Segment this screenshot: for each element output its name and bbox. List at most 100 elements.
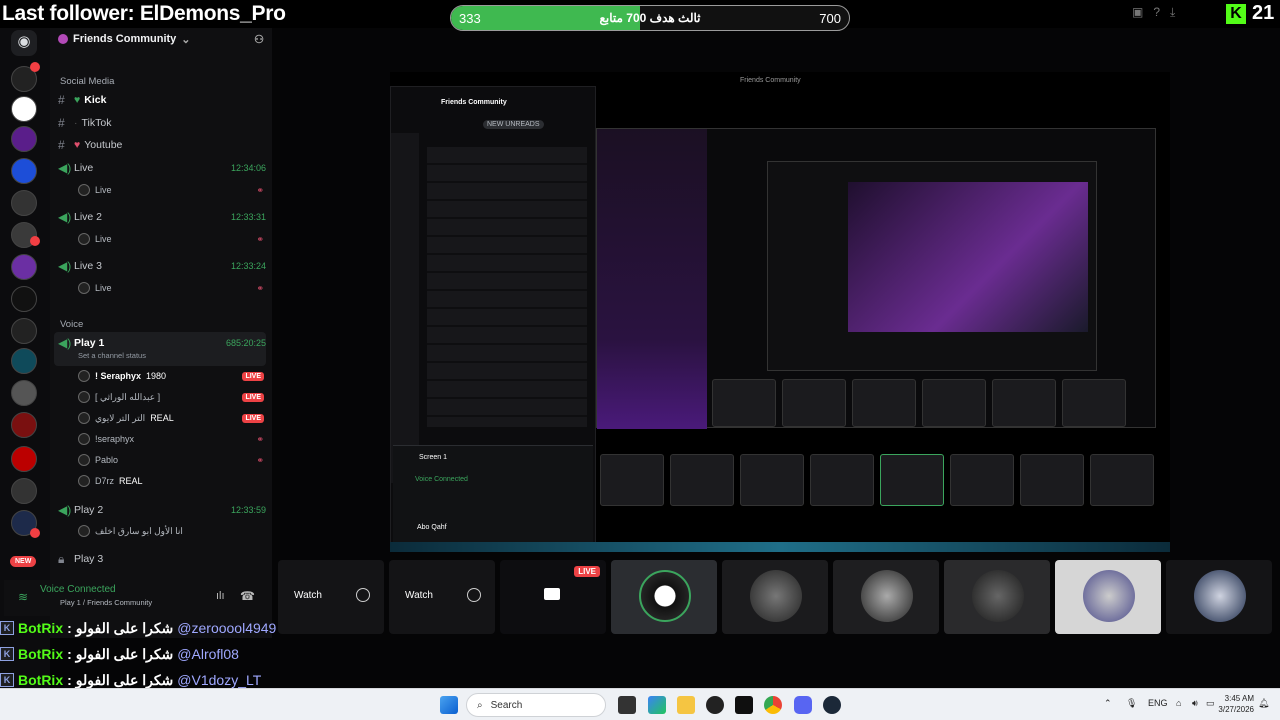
discord-home-icon[interactable]: ◉: [11, 30, 37, 56]
category-voice[interactable]: Voice: [60, 319, 83, 330]
member-tag: 1980: [146, 371, 167, 381]
channel-timer: 12:33:59: [230, 505, 266, 515]
member-name: [ عبدالله الوراثي ]: [95, 391, 161, 402]
nested-screen-label: Screen 1: [419, 454, 448, 461]
voice-member[interactable]: Pablo ⚭: [78, 451, 264, 469]
channel-play-2[interactable]: ◀) Play 2 12:33:59: [58, 500, 266, 520]
user-tile[interactable]: [1055, 560, 1161, 634]
live-member[interactable]: Live ⚭: [78, 279, 264, 297]
member-name: Live: [95, 234, 112, 244]
user-tile[interactable]: [833, 560, 939, 634]
server-icon[interactable]: [11, 286, 37, 312]
language-indicator[interactable]: ENG: [1148, 698, 1168, 708]
user-tile[interactable]: [944, 560, 1050, 634]
channel-play-3[interactable]: 🔒︎ Play 3: [58, 549, 266, 569]
server-icon[interactable]: [11, 412, 37, 438]
chrome-icon[interactable]: [764, 696, 782, 714]
voice-member[interactable]: التر التر لايوي REAL LIVE: [78, 409, 264, 427]
unread-badge: [30, 62, 40, 72]
server-icon[interactable]: [11, 190, 37, 216]
voice-member[interactable]: [ عبدالله الوراثي ] LIVE: [78, 388, 264, 406]
server-icon[interactable]: [11, 348, 37, 374]
tray-chevron-icon[interactable]: ⌃: [1104, 698, 1112, 709]
nested-discord-panel: Friends Community NEW UNREADS Screen 1 V…: [390, 86, 596, 546]
deafened-icon: ⚭: [256, 233, 264, 244]
taskbar-clock[interactable]: 3:45 AM 3/27/2026: [1218, 693, 1254, 715]
channel-status[interactable]: Set a channel status: [78, 351, 146, 360]
file-explorer-icon[interactable]: [677, 696, 695, 714]
clock-time: 3:45 AM: [1224, 694, 1254, 703]
add-member-icon[interactable]: ⚇: [254, 33, 264, 46]
server-name: Friends Community: [73, 33, 177, 45]
stream-thumb: [810, 454, 874, 506]
category-social-media[interactable]: Social Media: [60, 76, 114, 87]
chat-text: شكرا على الفولو: [75, 645, 174, 662]
channel-label: Play 2: [74, 504, 104, 516]
network-icon[interactable]: ⌂: [1176, 698, 1181, 708]
discord-taskbar-icon[interactable]: [794, 696, 812, 714]
member-name: Live: [95, 185, 112, 195]
channel-youtube[interactable]: # ♥ Youtube: [58, 135, 266, 155]
kick-follower-count: 21: [1252, 2, 1275, 24]
live-member[interactable]: Live ⚭: [78, 230, 264, 248]
kick-chat-icon: K: [0, 673, 14, 687]
voice-member[interactable]: D7rz REAL: [78, 472, 264, 490]
server-icon[interactable]: [11, 478, 37, 504]
battery-icon[interactable]: ▭: [1206, 698, 1215, 709]
copilot-icon[interactable]: [648, 696, 666, 714]
voice-member[interactable]: انا الأول ابو سارق اخلف: [78, 522, 264, 540]
start-icon[interactable]: [440, 696, 458, 714]
watch-button[interactable]: Watch: [294, 590, 322, 601]
terminal-icon[interactable]: [735, 696, 753, 714]
channel-kick[interactable]: # ♥ Kick: [58, 90, 266, 110]
nested-voice-panel: Screen 1 Voice Connected Abo Qahf: [393, 445, 593, 545]
new-unreads-pill[interactable]: NEW UNREADS: [483, 120, 544, 129]
channel-tiktok[interactable]: # · TikTok: [58, 113, 266, 133]
channel-live-3[interactable]: ◀) Live 3 12:33:24: [58, 256, 266, 276]
voice-member[interactable]: ! Seraphyx 1980 LIVE: [78, 367, 264, 385]
help-icon[interactable]: ?: [1153, 5, 1160, 20]
server-icon[interactable]: [11, 380, 37, 406]
deafened-icon: ⚭: [256, 433, 264, 444]
server-icon[interactable]: [11, 254, 37, 280]
inbox-icon[interactable]: ▣: [1132, 5, 1143, 20]
channel-live-2[interactable]: ◀) Live 2 12:33:31: [58, 207, 266, 227]
server-icon[interactable]: [11, 318, 37, 344]
server-icon[interactable]: [11, 96, 37, 122]
voice-member[interactable]: !seraphyx ⚭: [78, 430, 264, 448]
user-tile[interactable]: [722, 560, 828, 634]
notification-bell-icon[interactable]: 🔔︎: [1258, 698, 1269, 709]
avatar: [78, 454, 90, 466]
signal-icon[interactable]: ≋: [18, 590, 28, 604]
channel-label: Live 2: [74, 211, 103, 223]
server-icon[interactable]: [11, 446, 37, 472]
steam-icon[interactable]: [823, 696, 841, 714]
live-badge: LIVE: [242, 413, 264, 423]
taskbar-search[interactable]: ⌕ Search: [466, 693, 606, 717]
live-member[interactable]: Live ⚭: [78, 181, 264, 199]
popout-icon[interactable]: [356, 588, 370, 602]
user-tile[interactable]: [611, 560, 717, 634]
server-icon[interactable]: [11, 158, 37, 184]
stream-tile[interactable]: LIVE: [500, 560, 606, 634]
task-view-icon[interactable]: [618, 696, 636, 714]
voice-channel-path[interactable]: Play 1 / Friends Community: [60, 598, 152, 607]
shared-screen[interactable]: Friends Community Friends Community NEW …: [390, 72, 1170, 552]
server-header[interactable]: Friends Community ⌄ ⚇: [50, 28, 272, 50]
sound-wave-icon[interactable]: ılı: [216, 590, 225, 602]
disconnect-icon[interactable]: ☎: [240, 589, 255, 603]
server-icon[interactable]: [11, 126, 37, 152]
watch-button[interactable]: Watch: [405, 590, 433, 601]
volume-icon[interactable]: 🔊︎: [1192, 698, 1198, 709]
live-badge: LIVE: [574, 566, 600, 577]
channel-live[interactable]: ◀) Live 12:34:06: [58, 158, 266, 178]
mic-icon[interactable]: 🎙︎: [1126, 698, 1137, 709]
channel-play-1[interactable]: ◀) Play 1 685:20:25: [58, 333, 266, 353]
app-icon[interactable]: [706, 696, 724, 714]
popout-icon[interactable]: [467, 588, 481, 602]
download-icon[interactable]: ⤓: [1170, 5, 1175, 20]
user-tile[interactable]: [1166, 560, 1272, 634]
chat-bot-name: BotRix: [18, 620, 64, 636]
avatar: [78, 233, 90, 245]
last-follower-text: Last follower: ElDemons_Pro: [2, 2, 286, 25]
